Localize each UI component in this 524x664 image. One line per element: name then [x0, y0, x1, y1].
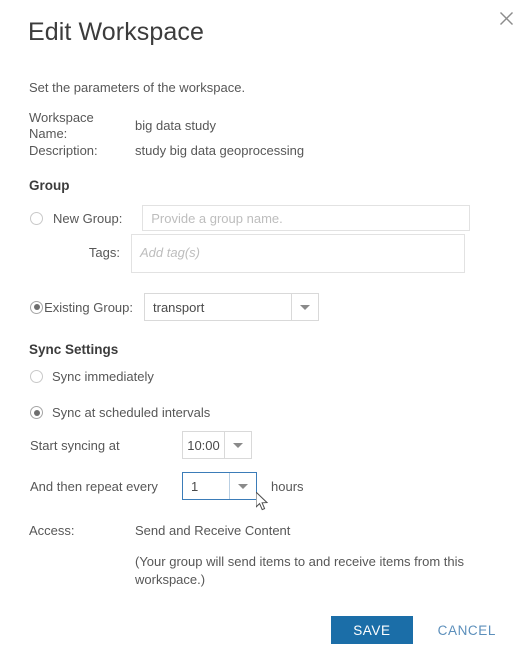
close-icon[interactable] [494, 6, 518, 30]
edit-workspace-dialog: Edit Workspace Set the parameters of the… [0, 0, 524, 664]
access-section: Access: Send and Receive Content (Your g… [29, 523, 499, 589]
existing-group-row: Existing Group: transport [30, 293, 470, 321]
new-group-label: New Group: [53, 210, 123, 226]
new-group-row: New Group: [30, 205, 470, 231]
workspace-name-value: big data study [135, 118, 216, 133]
sync-immediately-label: Sync immediately [52, 369, 154, 384]
chevron-down-icon[interactable] [229, 473, 256, 499]
radio-sync-scheduled[interactable] [30, 406, 43, 419]
access-row: Access: Send and Receive Content [29, 523, 499, 539]
sync-scheduled-row: Sync at scheduled intervals [30, 405, 210, 420]
repeat-interval-label: And then repeat every [30, 478, 158, 494]
dialog-title: Edit Workspace [28, 18, 205, 46]
start-time-select[interactable]: 10:00 [182, 431, 252, 459]
repeat-interval-value: 1 [191, 478, 199, 494]
workspace-name-label: Workspace Name: [29, 110, 94, 141]
sync-immediately-row: Sync immediately [30, 369, 154, 384]
existing-group-selected-value: transport [153, 299, 205, 315]
repeat-interval-units: hours [271, 478, 304, 494]
access-value: Send and Receive Content [135, 523, 291, 538]
start-syncing-label: Start syncing at [30, 437, 120, 453]
start-syncing-row: Start syncing at 10:00 [30, 431, 252, 459]
workspace-details: Workspace Name: big data study Descripti… [29, 110, 489, 159]
workspace-name-row: Workspace Name: big data study [29, 110, 489, 142]
workspace-description-value: study big data geoprocessing [135, 143, 305, 158]
radio-sync-immediately[interactable] [30, 370, 43, 383]
sync-section-heading: Sync Settings [29, 342, 119, 357]
group-section-heading: Group [29, 178, 70, 193]
radio-existing-group[interactable] [30, 300, 43, 314]
repeat-interval-select[interactable]: 1 [182, 472, 257, 500]
dialog-intro-text: Set the parameters of the workspace. [29, 80, 246, 95]
start-time-value: 10:00 [187, 437, 220, 453]
chevron-down-icon[interactable] [224, 432, 251, 458]
access-label: Access: [29, 523, 75, 538]
dialog-footer: SAVE CANCEL [331, 616, 496, 644]
cancel-button[interactable]: CANCEL [438, 623, 496, 638]
workspace-description-row: Description: study big data geoprocessin… [29, 143, 489, 159]
access-note: (Your group will send items to and recei… [135, 554, 464, 587]
tags-input[interactable] [131, 234, 465, 273]
existing-group-label: Existing Group: [44, 299, 133, 315]
tags-label: Tags: [88, 245, 120, 260]
save-button[interactable]: SAVE [331, 616, 413, 644]
workspace-description-label: Description: [29, 143, 98, 158]
sync-scheduled-label: Sync at scheduled intervals [52, 405, 211, 420]
repeat-interval-row: And then repeat every 1 hours [30, 472, 304, 500]
chevron-down-icon[interactable] [291, 294, 318, 320]
radio-new-group[interactable] [30, 211, 43, 225]
new-group-input[interactable] [142, 205, 470, 231]
tags-row: Tags: [30, 234, 470, 273]
existing-group-select[interactable]: transport [144, 293, 319, 321]
